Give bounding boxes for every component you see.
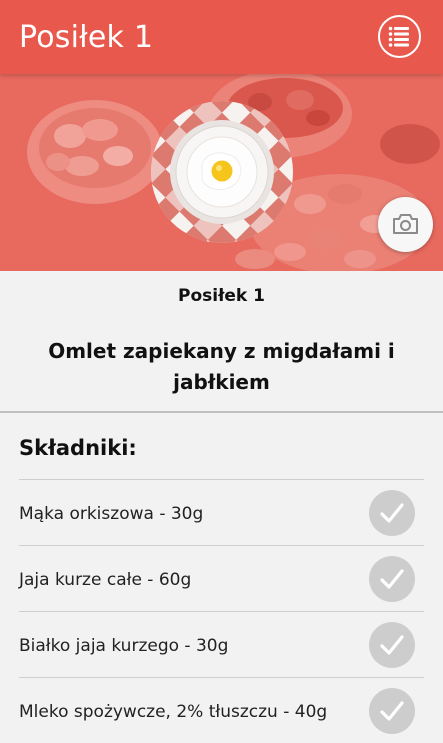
ingredient-check-button[interactable]	[369, 622, 415, 668]
ingredient-row: Białko jaja kurzego - 30g	[19, 611, 424, 677]
list-menu-icon	[388, 26, 409, 47]
menu-button[interactable]	[378, 15, 421, 58]
ingredient-check-button[interactable]	[369, 556, 415, 602]
ingredients-list: Mąka orkiszowa - 30g Jaja kurze całe - 6…	[19, 479, 424, 743]
camera-button[interactable]	[378, 197, 433, 252]
meal-label: Posiłek 1	[178, 286, 265, 306]
meal-photo	[0, 74, 443, 271]
divider	[0, 411, 443, 413]
ingredient-label: Jaja kurze całe - 60g	[19, 570, 192, 590]
ingredient-row: Mąka orkiszowa - 30g	[19, 479, 424, 545]
dish-title: Omlet zapiekany z migdałami i jabłkiem	[48, 339, 395, 394]
app-header: Posiłek 1	[0, 0, 443, 74]
ingredient-check-button[interactable]	[369, 688, 415, 734]
checkmark-icon	[380, 503, 404, 523]
ingredient-label: Białko jaja kurzego - 30g	[19, 636, 229, 656]
ingredient-row: Jaja kurze całe - 60g	[19, 545, 424, 611]
ingredients-heading: Składniki:	[19, 436, 137, 460]
page-title: Posiłek 1	[19, 20, 154, 55]
ingredient-row: Mleko spożywcze, 2% tłuszczu - 40g	[19, 677, 424, 743]
checkmark-icon	[380, 569, 404, 589]
checkmark-icon	[380, 701, 404, 721]
ingredient-label: Mąka orkiszowa - 30g	[19, 504, 204, 524]
checkmark-icon	[380, 635, 404, 655]
ingredient-label: Mleko spożywcze, 2% tłuszczu - 40g	[19, 702, 328, 722]
camera-icon	[393, 214, 418, 234]
ingredient-check-button[interactable]	[369, 490, 415, 536]
plate-with-egg-image	[150, 100, 294, 244]
